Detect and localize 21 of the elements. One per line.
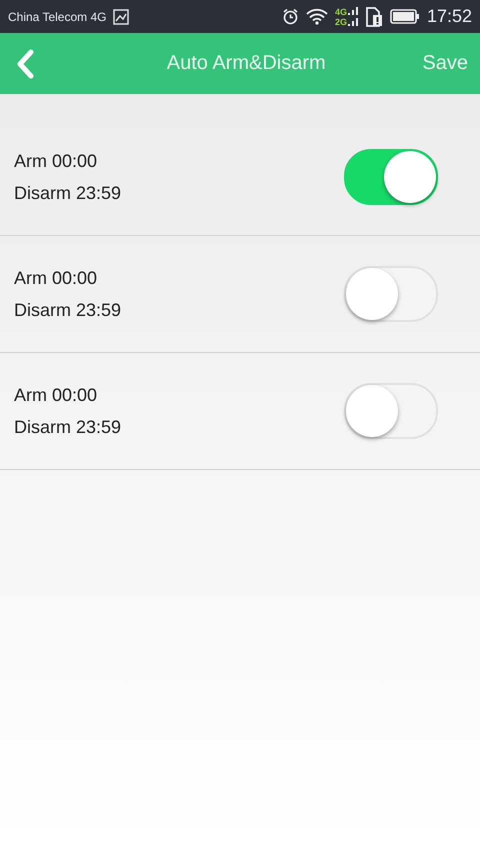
network-label: 4G bbox=[334, 6, 347, 16]
save-button[interactable]: Save bbox=[422, 52, 468, 75]
toggle-switch[interactable] bbox=[344, 383, 438, 439]
toggle-switch[interactable] bbox=[344, 149, 438, 205]
signal-icon bbox=[348, 6, 358, 26]
disarm-time: Disarm 23:59 bbox=[14, 300, 122, 320]
clock-time: 17:52 bbox=[426, 6, 472, 27]
arm-time: Arm 00:00 bbox=[14, 385, 98, 405]
toggle-switch[interactable] bbox=[344, 266, 438, 322]
arm-time: Arm 00:00 bbox=[14, 151, 98, 171]
battery-icon bbox=[390, 9, 420, 24]
arm-time: Arm 00:00 bbox=[14, 268, 98, 288]
network-label: 2G bbox=[334, 16, 347, 26]
sim-card-icon bbox=[364, 6, 383, 26]
alarm-clock-icon bbox=[282, 8, 299, 25]
disarm-time: Disarm 23:59 bbox=[14, 417, 122, 437]
image-icon bbox=[112, 8, 128, 24]
disarm-time: Disarm 23:59 bbox=[14, 183, 122, 203]
wifi-icon bbox=[306, 8, 328, 25]
screen-title: Auto Arm&Disarm bbox=[166, 52, 326, 75]
carrier-name: China Telecom 4G bbox=[8, 10, 106, 24]
